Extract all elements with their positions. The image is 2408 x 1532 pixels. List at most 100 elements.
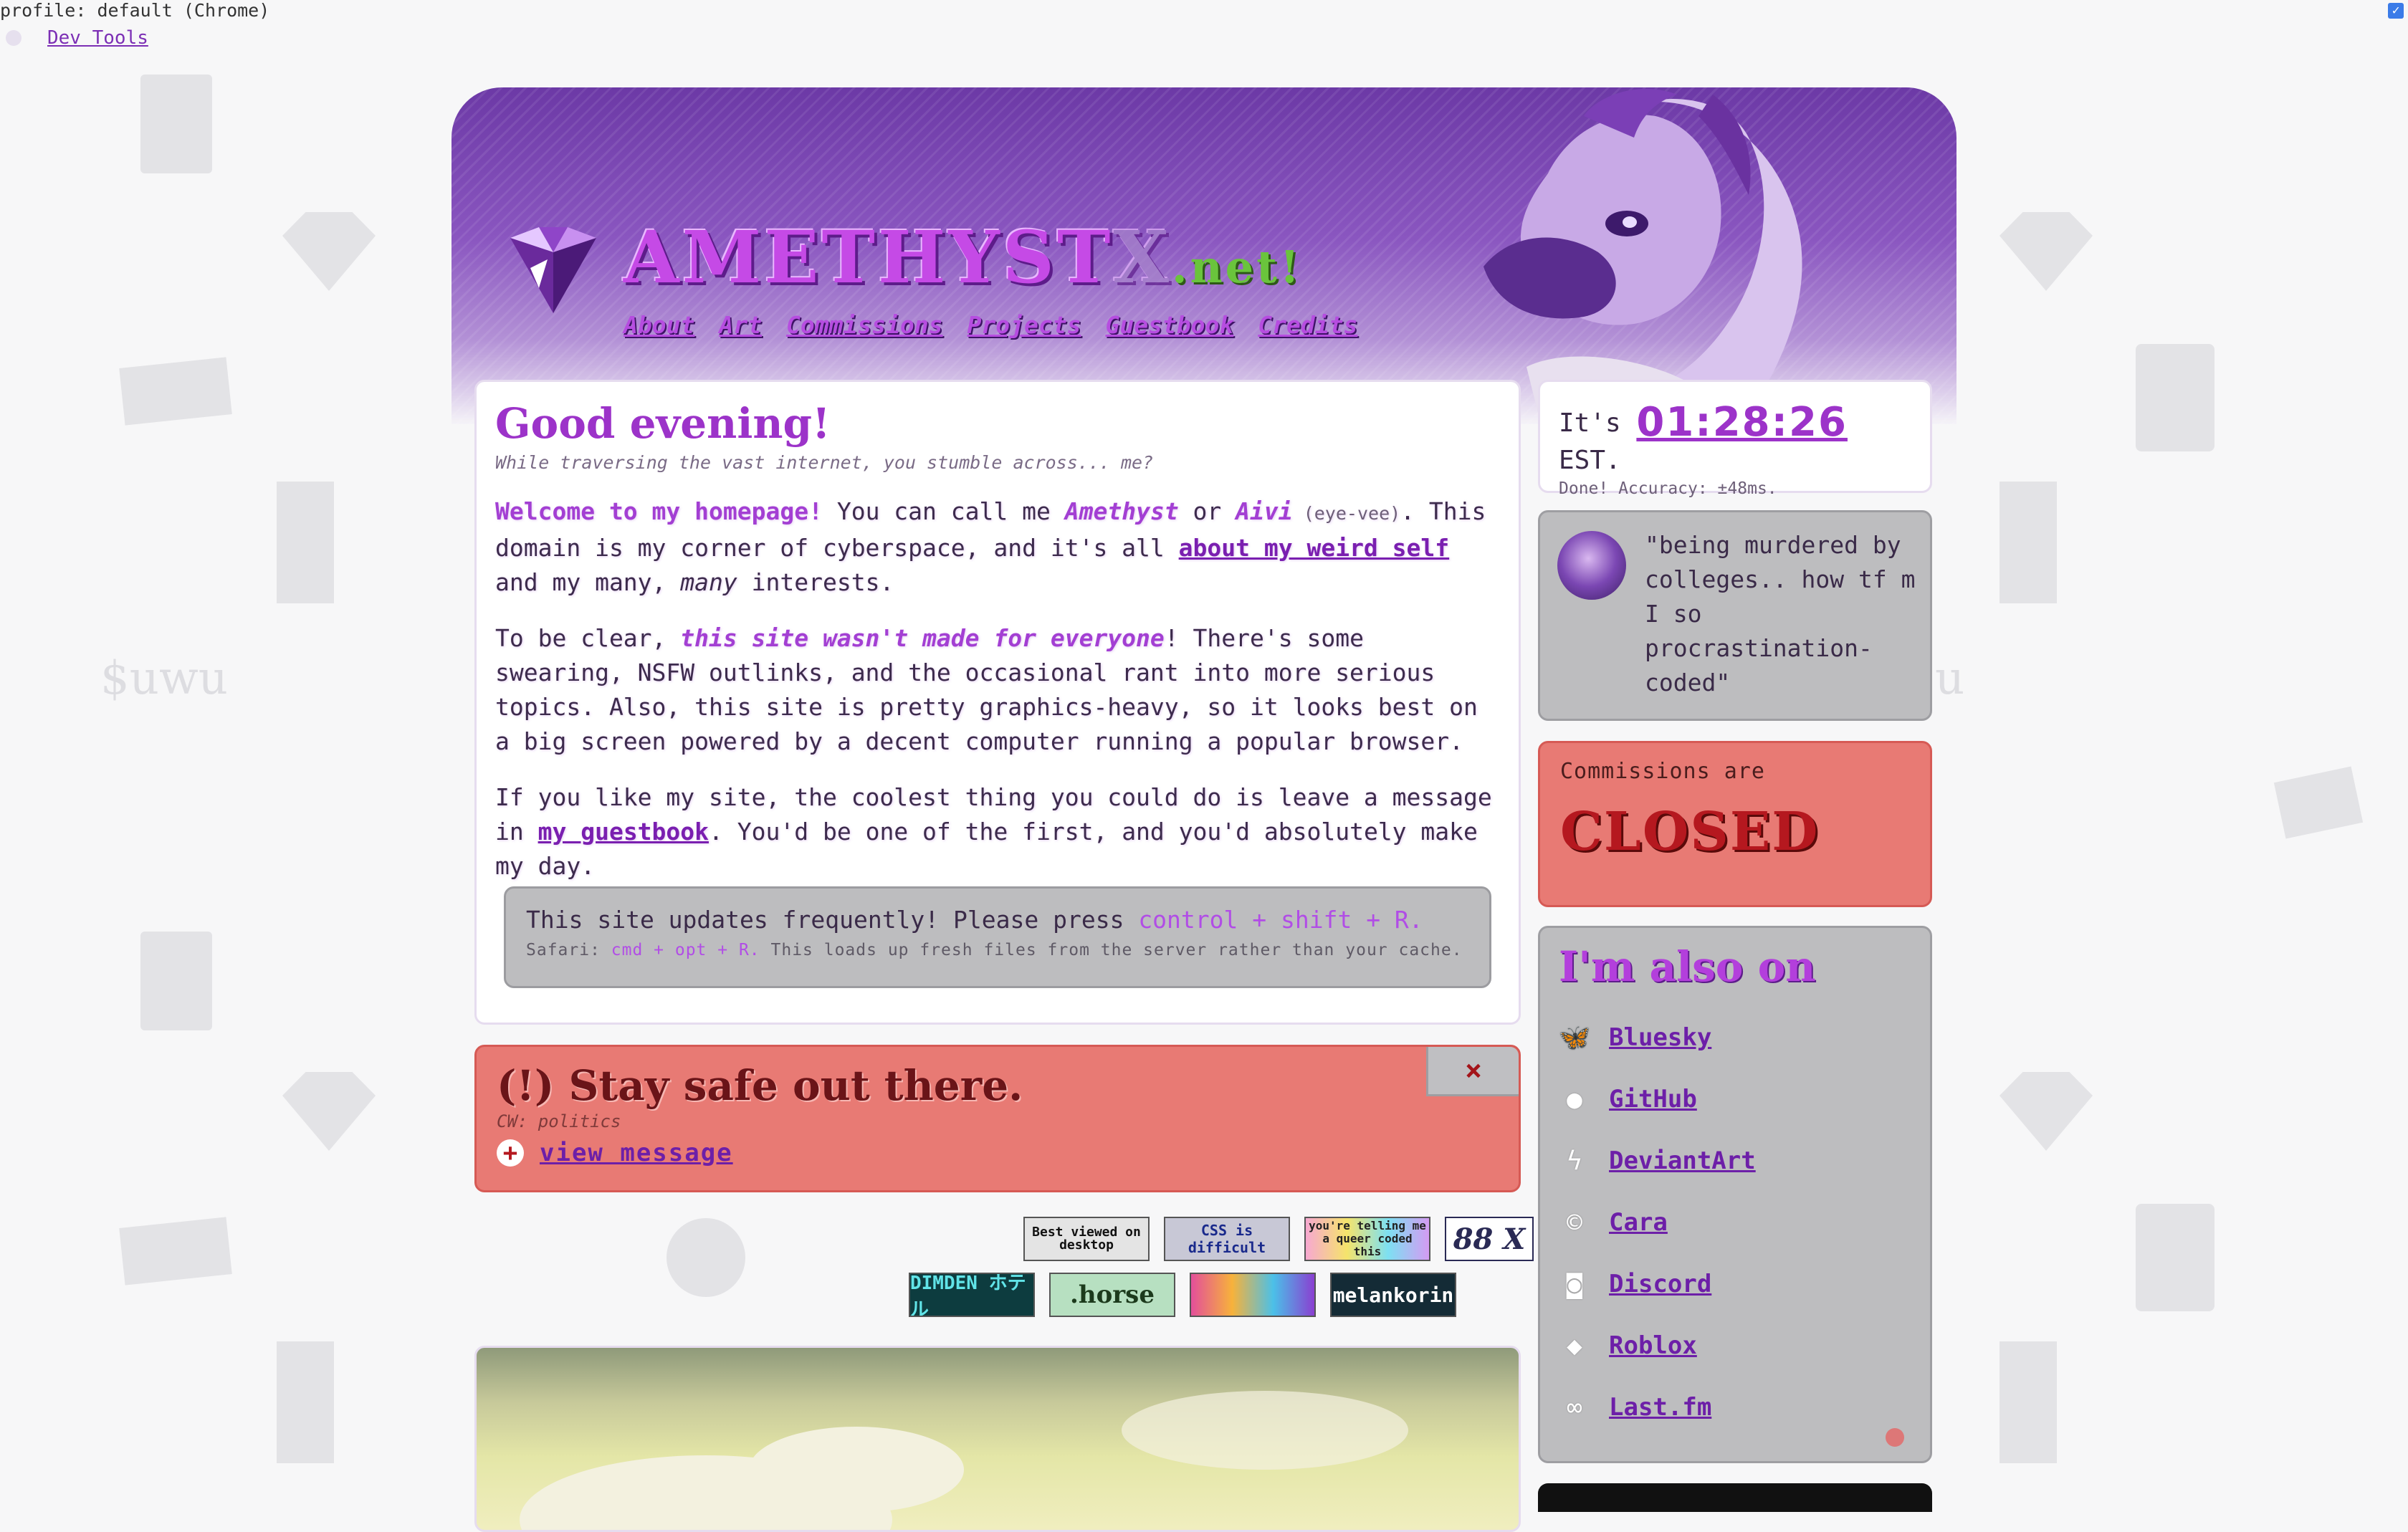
greeting-subtitle: While traversing the vast internet, you … xyxy=(495,452,1154,473)
update-safari-text: Safari: cmd + opt + R. This loads up fre… xyxy=(526,941,1463,959)
roblox-icon: ◆ xyxy=(1567,1331,1582,1361)
nav-about[interactable]: About xyxy=(624,311,694,339)
site-title[interactable]: AMETHYSTX.net! xyxy=(624,215,1302,300)
social-item-cara[interactable]: © Cara xyxy=(1559,1192,1911,1253)
clock-time[interactable]: 01:28:26 xyxy=(1636,399,1848,446)
clock-line: It's 01:28:26 EST. xyxy=(1559,399,1848,475)
badge-melankorin[interactable]: melankorin xyxy=(1330,1273,1456,1317)
guestbook-paragraph: If you like my site, the coolest thing y… xyxy=(495,780,1500,884)
bg-disc-icon xyxy=(666,1218,745,1297)
bg-uwu-text: u xyxy=(1935,652,1965,705)
intro-paragraph: Welcome to my homepage! You can call me … xyxy=(495,494,1500,600)
bg-sign-icon xyxy=(2136,344,2214,451)
badge-best-viewed[interactable]: Best viewed on desktop xyxy=(1023,1217,1150,1261)
guestbook-link[interactable]: my guestbook xyxy=(538,818,709,846)
cloud-shape xyxy=(1122,1391,1408,1470)
close-button[interactable]: × xyxy=(1426,1047,1519,1096)
intro-text: You can call me xyxy=(822,497,1065,525)
social-link-roblox[interactable]: Roblox xyxy=(1609,1331,1697,1360)
many-emphasis: many xyxy=(680,568,737,596)
nav-guestbook[interactable]: Guestbook xyxy=(1105,311,1233,339)
about-link[interactable]: about my weird self xyxy=(1179,534,1450,562)
badges-row-1: Best viewed on desktop CSS is difficult … xyxy=(1023,1217,1534,1261)
social-item-lastfm[interactable]: ∞ Last.fm xyxy=(1559,1377,1911,1438)
lastfm-icon: ∞ xyxy=(1567,1392,1582,1422)
welcome-panel: Good evening! While traversing the vast … xyxy=(474,380,1521,1025)
clock-panel: It's 01:28:26 EST. Done! Accuracy: ±48ms… xyxy=(1538,380,1932,498)
main-nav: About Art Commissions Projects Guestbook… xyxy=(624,311,1357,339)
mascot-image xyxy=(1484,88,1802,424)
commissions-label: Commissions are xyxy=(1560,759,1765,784)
bg-door-icon xyxy=(277,482,334,603)
avatar xyxy=(1557,531,1626,600)
social-heading: I'm also on xyxy=(1559,942,1816,991)
social-item-deviantart[interactable]: ϟ DeviantArt xyxy=(1559,1130,1911,1192)
not-for-everyone-emphasis: this site wasn't made for everyone xyxy=(680,624,1165,652)
social-link-discord[interactable]: Discord xyxy=(1609,1270,1711,1298)
commissions-status: CLOSED xyxy=(1560,801,1820,863)
site-header: AMETHYSTX.net! About Art Commissions Pro… xyxy=(452,87,1956,424)
bg-door-icon xyxy=(277,1341,334,1463)
bg-tablet-icon xyxy=(119,1217,232,1286)
badge-queer-coded[interactable]: you're telling me a queer coded this xyxy=(1304,1217,1430,1261)
bg-gem-icon xyxy=(282,212,376,291)
plus-icon[interactable]: + xyxy=(497,1139,524,1167)
warning-panel: (!) Stay safe out there. CW: politics + … xyxy=(474,1045,1521,1192)
warning-title: (!) Stay safe out there. xyxy=(497,1061,1023,1110)
cara-icon: © xyxy=(1567,1207,1582,1237)
nav-art[interactable]: Art xyxy=(719,311,762,339)
nav-projects[interactable]: Projects xyxy=(968,311,1081,339)
social-item-roblox[interactable]: ◆ Roblox xyxy=(1559,1315,1911,1377)
bg-door-icon xyxy=(2000,482,2057,603)
bg-door-icon xyxy=(2000,1341,2057,1463)
cloud-shape xyxy=(749,1427,964,1513)
badges-row-2: DIMDEN ホテル .horse melankorin xyxy=(909,1273,1456,1317)
status-text: "being murdered by colleges.. how tf m I… xyxy=(1645,531,1916,696)
checkbox-icon[interactable]: ✓ xyxy=(2388,3,2404,19)
bug-icon[interactable] xyxy=(1886,1428,1904,1447)
intro-text: interests. xyxy=(737,568,894,596)
social-link-lastfm[interactable]: Last.fm xyxy=(1609,1393,1711,1422)
commissions-panel[interactable]: Commissions are CLOSED xyxy=(1538,741,1932,907)
disclaimer-paragraph: To be clear, this site wasn't made for e… xyxy=(495,621,1500,759)
intro-text: and my many, xyxy=(495,568,681,596)
bg-book-icon xyxy=(140,932,212,1030)
badge-horse[interactable]: .horse xyxy=(1049,1273,1175,1317)
bottom-widget xyxy=(1538,1483,1932,1512)
github-icon: ● xyxy=(1567,1084,1582,1114)
status-panel: "being murdered by colleges.. how tf m I… xyxy=(1538,510,1932,721)
bg-book-icon xyxy=(140,75,212,173)
devtools-link[interactable]: Dev Tools xyxy=(47,27,148,49)
social-item-github[interactable]: ● GitHub xyxy=(1559,1068,1911,1130)
social-item-bluesky[interactable]: 🦋 Bluesky xyxy=(1559,1007,1911,1068)
badge-css-difficult[interactable]: CSS is difficult xyxy=(1164,1217,1290,1261)
social-link-bluesky[interactable]: Bluesky xyxy=(1609,1023,1711,1052)
social-link-cara[interactable]: Cara xyxy=(1609,1208,1668,1237)
view-message-row[interactable]: + view message xyxy=(497,1139,1499,1167)
bg-sign-icon xyxy=(2136,1204,2214,1311)
bg-uwu-text: $uwu xyxy=(100,652,228,705)
disclaimer-text: To be clear, xyxy=(495,624,681,652)
badge-colorful[interactable] xyxy=(1190,1273,1316,1317)
bg-tablet-icon xyxy=(119,357,232,426)
name-aivi: Aivi xyxy=(1236,497,1293,525)
discord-icon: ◙ xyxy=(1567,1269,1582,1299)
amethyst-gem-icon xyxy=(510,227,596,313)
badge-88x[interactable]: 88 X xyxy=(1445,1217,1534,1261)
greeting-heading: Good evening! xyxy=(495,399,831,448)
badge-dimden[interactable]: DIMDEN ホテル xyxy=(909,1273,1035,1317)
social-panel: I'm also on 🦋 Bluesky ● GitHub ϟ Deviant… xyxy=(1538,926,1932,1463)
update-notice: This site updates frequently! Please pre… xyxy=(504,886,1491,988)
social-item-discord[interactable]: ◙ Discord xyxy=(1559,1253,1911,1315)
content-warning: CW: politics xyxy=(497,1111,621,1131)
view-message-link[interactable]: view message xyxy=(540,1139,733,1167)
sky-image xyxy=(474,1346,1521,1532)
butterfly-icon: 🦋 xyxy=(1558,1023,1591,1053)
clock-accuracy: Done! Accuracy: ±48ms. xyxy=(1559,479,1777,498)
nav-credits[interactable]: Credits xyxy=(1258,311,1357,339)
update-main-text: This site updates frequently! Please pre… xyxy=(526,906,1423,934)
profile-label: profile: default (Chrome) xyxy=(0,0,270,21)
nav-commissions[interactable]: Commissions xyxy=(786,311,943,339)
social-link-deviantart[interactable]: DeviantArt xyxy=(1609,1146,1756,1175)
social-link-github[interactable]: GitHub xyxy=(1609,1085,1697,1114)
